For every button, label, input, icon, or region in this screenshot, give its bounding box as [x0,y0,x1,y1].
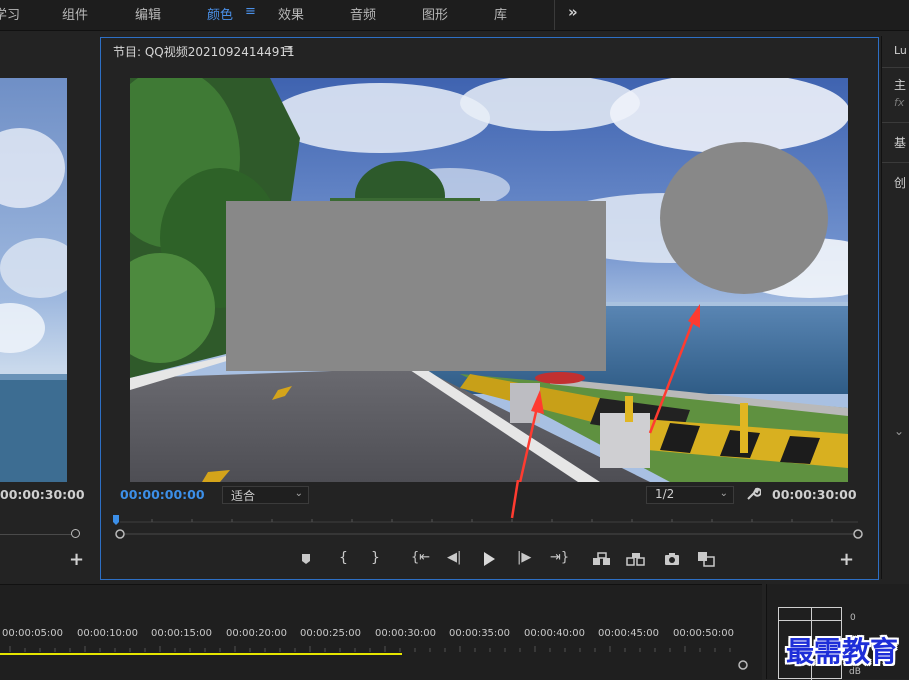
tab-libraries[interactable]: 库 [494,4,507,23]
divider [882,162,909,163]
play-icon[interactable] [482,551,496,567]
timeline-timecode: 00:00:50:00 [673,628,735,639]
source-scrub-track[interactable] [0,534,78,535]
lumetri-panel [881,36,909,579]
overlay-ellipse[interactable] [660,142,828,294]
program-add-button[interactable]: + [839,549,854,570]
camera-icon[interactable] [664,552,680,566]
timeline-zoom-handle [738,660,748,670]
tab-graphics[interactable]: 图形 [422,4,448,23]
fit-dropdown[interactable]: 适合 ⌄ [222,486,309,504]
divider [554,0,555,30]
timeline-timecode: 00:00:30:00 [375,628,437,639]
timeline-timecode: 00:00:20:00 [226,628,288,639]
resolution-value: 1/2 [655,487,675,501]
mark-out-icon[interactable]: } [371,550,380,566]
fit-value: 适合 [231,489,256,503]
lumetri-basic-section[interactable]: 基 [894,134,906,151]
transport-controls: { } {⇤ ◀| |▶ ⇥} [296,549,876,571]
timeline-timecode: 00:00:40:00 [524,628,586,639]
tab-assembly[interactable]: 组件 [62,4,88,23]
comparison-view-icon[interactable] [697,551,715,567]
chevron-down-icon: ⌄ [719,488,728,499]
fx-icon[interactable]: fx [894,96,904,109]
lumetri-create-section[interactable]: 创 [894,174,906,191]
lumetri-main-label: 主 [894,78,907,92]
mark-in-icon[interactable]: { [339,550,348,566]
chevron-down-icon: ⌄ [294,488,303,499]
divider [882,67,909,68]
workspace-menu-icon[interactable]: ≡ [245,4,256,19]
extract-icon[interactable] [626,552,646,566]
overlay-rectangle[interactable] [226,201,606,371]
timeline-timecode: 00:00:35:00 [449,628,511,639]
go-to-in-icon[interactable]: {⇤ [411,550,430,565]
source-video-frame [0,78,67,482]
program-video-frame[interactable] [130,78,848,482]
lumetri-panel-title[interactable]: Lu [894,44,907,57]
watermark-logo: 最需教育 [786,635,899,668]
source-add-button[interactable]: + [69,549,84,570]
lift-icon[interactable] [592,552,612,566]
chevron-down-icon[interactable]: ⌄ [894,424,904,438]
timeline-timecode: 00:00:25:00 [300,628,362,639]
timeline-ruler[interactable] [0,644,762,679]
playhead-icon [113,515,119,525]
program-duration: 00:00:30:00 [772,487,857,502]
timeline-timecode: 00:00:05:00 [2,628,64,639]
tab-editing[interactable]: 编辑 [135,4,161,23]
program-panel-menu-icon[interactable]: ≡ [283,42,294,57]
step-forward-icon[interactable]: |▶ [517,550,531,565]
divider [882,122,909,123]
timeline-timecode: 00:00:15:00 [151,628,213,639]
tab-audio[interactable]: 音频 [350,4,376,23]
resolution-dropdown[interactable]: 1/2 ⌄ [646,486,734,504]
tab-color[interactable]: 颜色 [207,4,233,23]
program-time-ruler[interactable] [112,512,864,542]
wrench-icon[interactable] [745,486,761,502]
meter-top-label: 0 [850,613,856,623]
work-area-bar [0,653,402,655]
more-workspaces-button[interactable]: » [568,3,578,21]
add-marker-icon[interactable] [300,552,312,566]
program-monitor-title[interactable]: 节目: QQ视频20210924144911 [113,43,295,60]
source-zoom-handle[interactable] [71,529,80,538]
video-scene [130,78,848,482]
tab-effects[interactable]: 效果 [278,4,304,23]
workspace-bar: 学习 组件 编辑 颜色 ≡ 效果 音频 图形 库 » [0,0,909,31]
program-current-time[interactable]: 00:00:00:00 [120,487,205,502]
timeline-timecode: 00:00:45:00 [598,628,660,639]
go-to-out-icon[interactable]: ⇥} [550,550,569,565]
step-back-icon[interactable]: ◀| [447,550,461,565]
tab-learn[interactable]: 学习 [0,4,20,23]
source-duration: 00:00:30:00 [0,487,85,502]
timeline-timecode: 00:00:10:00 [77,628,139,639]
